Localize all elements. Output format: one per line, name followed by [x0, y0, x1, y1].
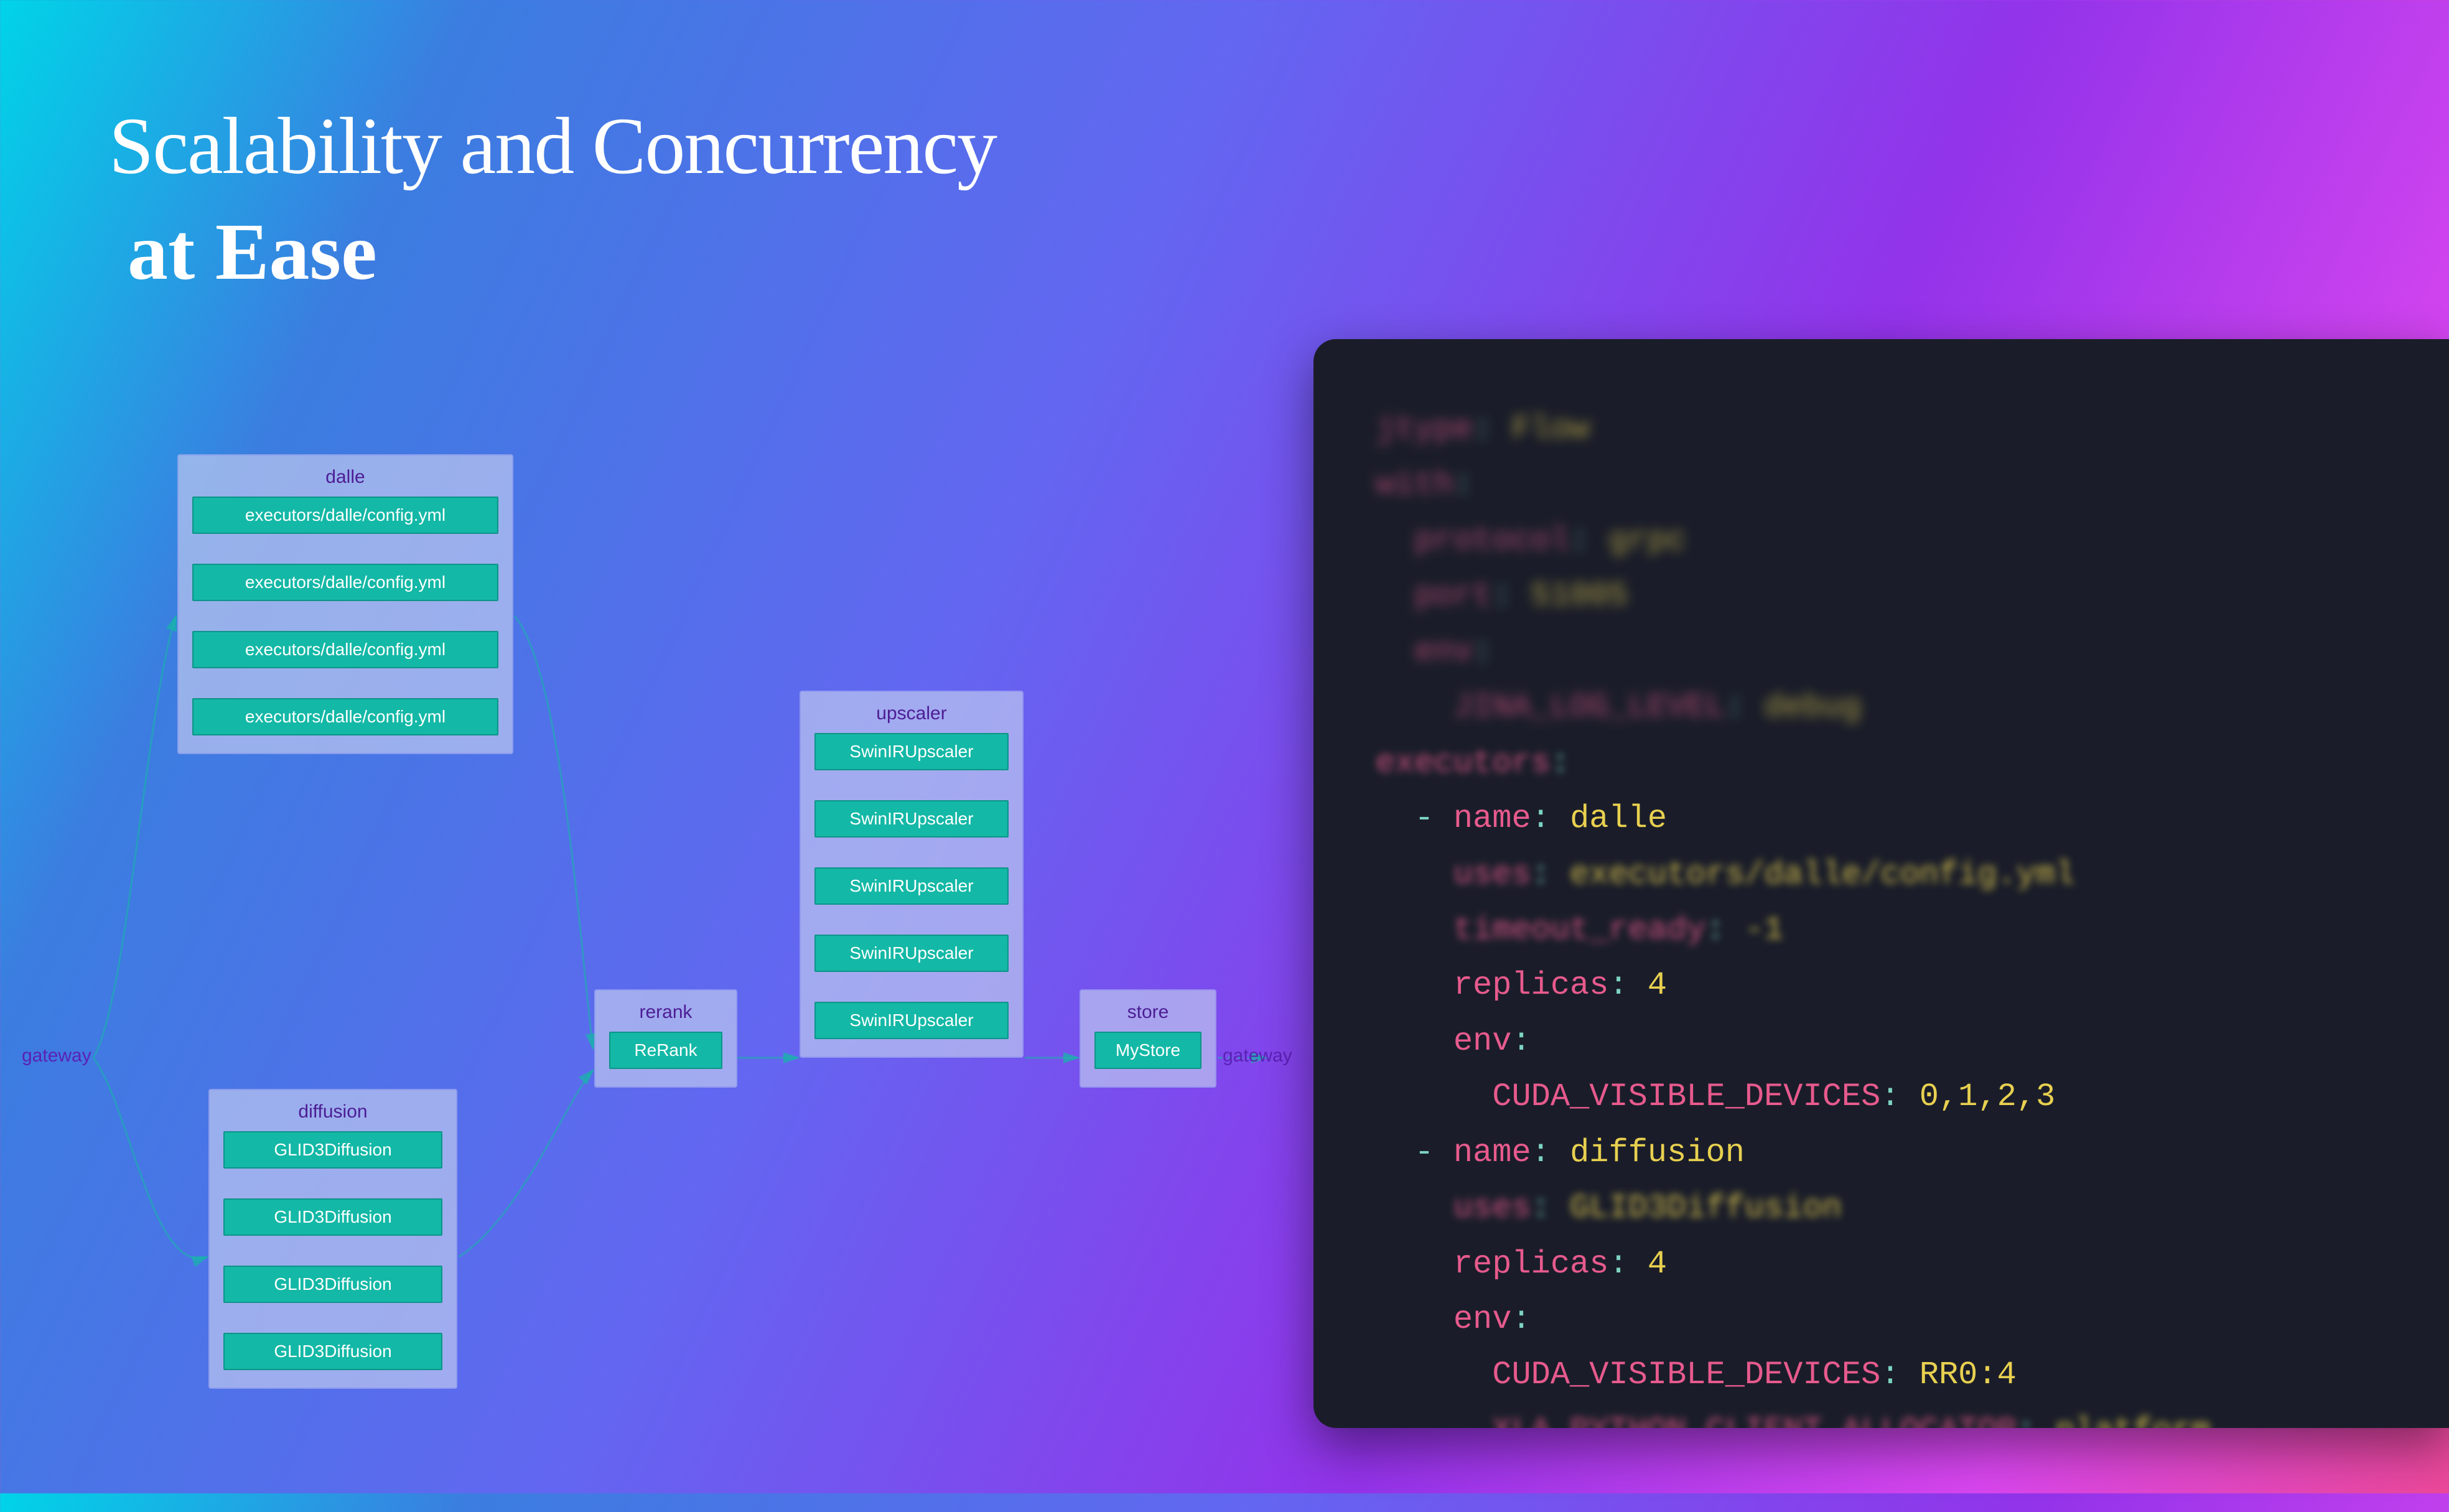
- node-group-rerank: rerank ReRank: [594, 989, 737, 1088]
- executor-chip: SwinIRUpscaler: [814, 800, 1009, 838]
- heading-line2: at Ease: [128, 205, 996, 299]
- executor-chip: executors/dalle/config.yml: [192, 698, 498, 735]
- executor-chip: executors/dalle/config.yml: [192, 497, 498, 534]
- yaml-code: jtype: Flowwith: protocol: grpc port: 51…: [1376, 401, 2449, 1428]
- executor-chip: MyStore: [1094, 1032, 1201, 1069]
- gateway-label-left: gateway: [22, 1045, 91, 1066]
- executor-chip: GLID3Diffusion: [223, 1266, 442, 1303]
- executor-chip: SwinIRUpscaler: [814, 733, 1009, 770]
- page-heading: Scalability and Concurrency at Ease: [109, 100, 996, 299]
- gateway-label-right: gateway: [1223, 1045, 1292, 1066]
- node-group-dalle: dalle executors/dalle/config.yml executo…: [177, 454, 513, 754]
- executor-chip: SwinIRUpscaler: [814, 1002, 1009, 1039]
- executor-chip: executors/dalle/config.yml: [192, 631, 498, 668]
- executor-chip: GLID3Diffusion: [223, 1333, 442, 1370]
- executor-chip: GLID3Diffusion: [223, 1131, 442, 1169]
- executor-chip: executors/dalle/config.yml: [192, 564, 498, 601]
- group-title: diffusion: [223, 1101, 442, 1122]
- group-title: store: [1094, 1002, 1201, 1023]
- executor-chip: GLID3Diffusion: [223, 1198, 442, 1236]
- executor-chip: SwinIRUpscaler: [814, 935, 1009, 972]
- flow-diagram: gateway gateway dalle executors/dalle/co…: [22, 454, 1266, 1512]
- executor-chip: ReRank: [609, 1032, 722, 1069]
- code-panel: jtype: Flowwith: protocol: grpc port: 51…: [1313, 339, 2449, 1428]
- executor-chip: SwinIRUpscaler: [814, 867, 1009, 905]
- node-group-upscaler: upscaler SwinIRUpscaler SwinIRUpscaler S…: [800, 691, 1024, 1058]
- node-group-diffusion: diffusion GLID3Diffusion GLID3Diffusion …: [208, 1089, 457, 1389]
- node-group-store: store MyStore: [1080, 989, 1216, 1088]
- group-title: upscaler: [814, 703, 1009, 724]
- heading-line1: Scalability and Concurrency: [109, 100, 996, 193]
- group-title: dalle: [192, 467, 498, 488]
- group-title: rerank: [609, 1002, 722, 1023]
